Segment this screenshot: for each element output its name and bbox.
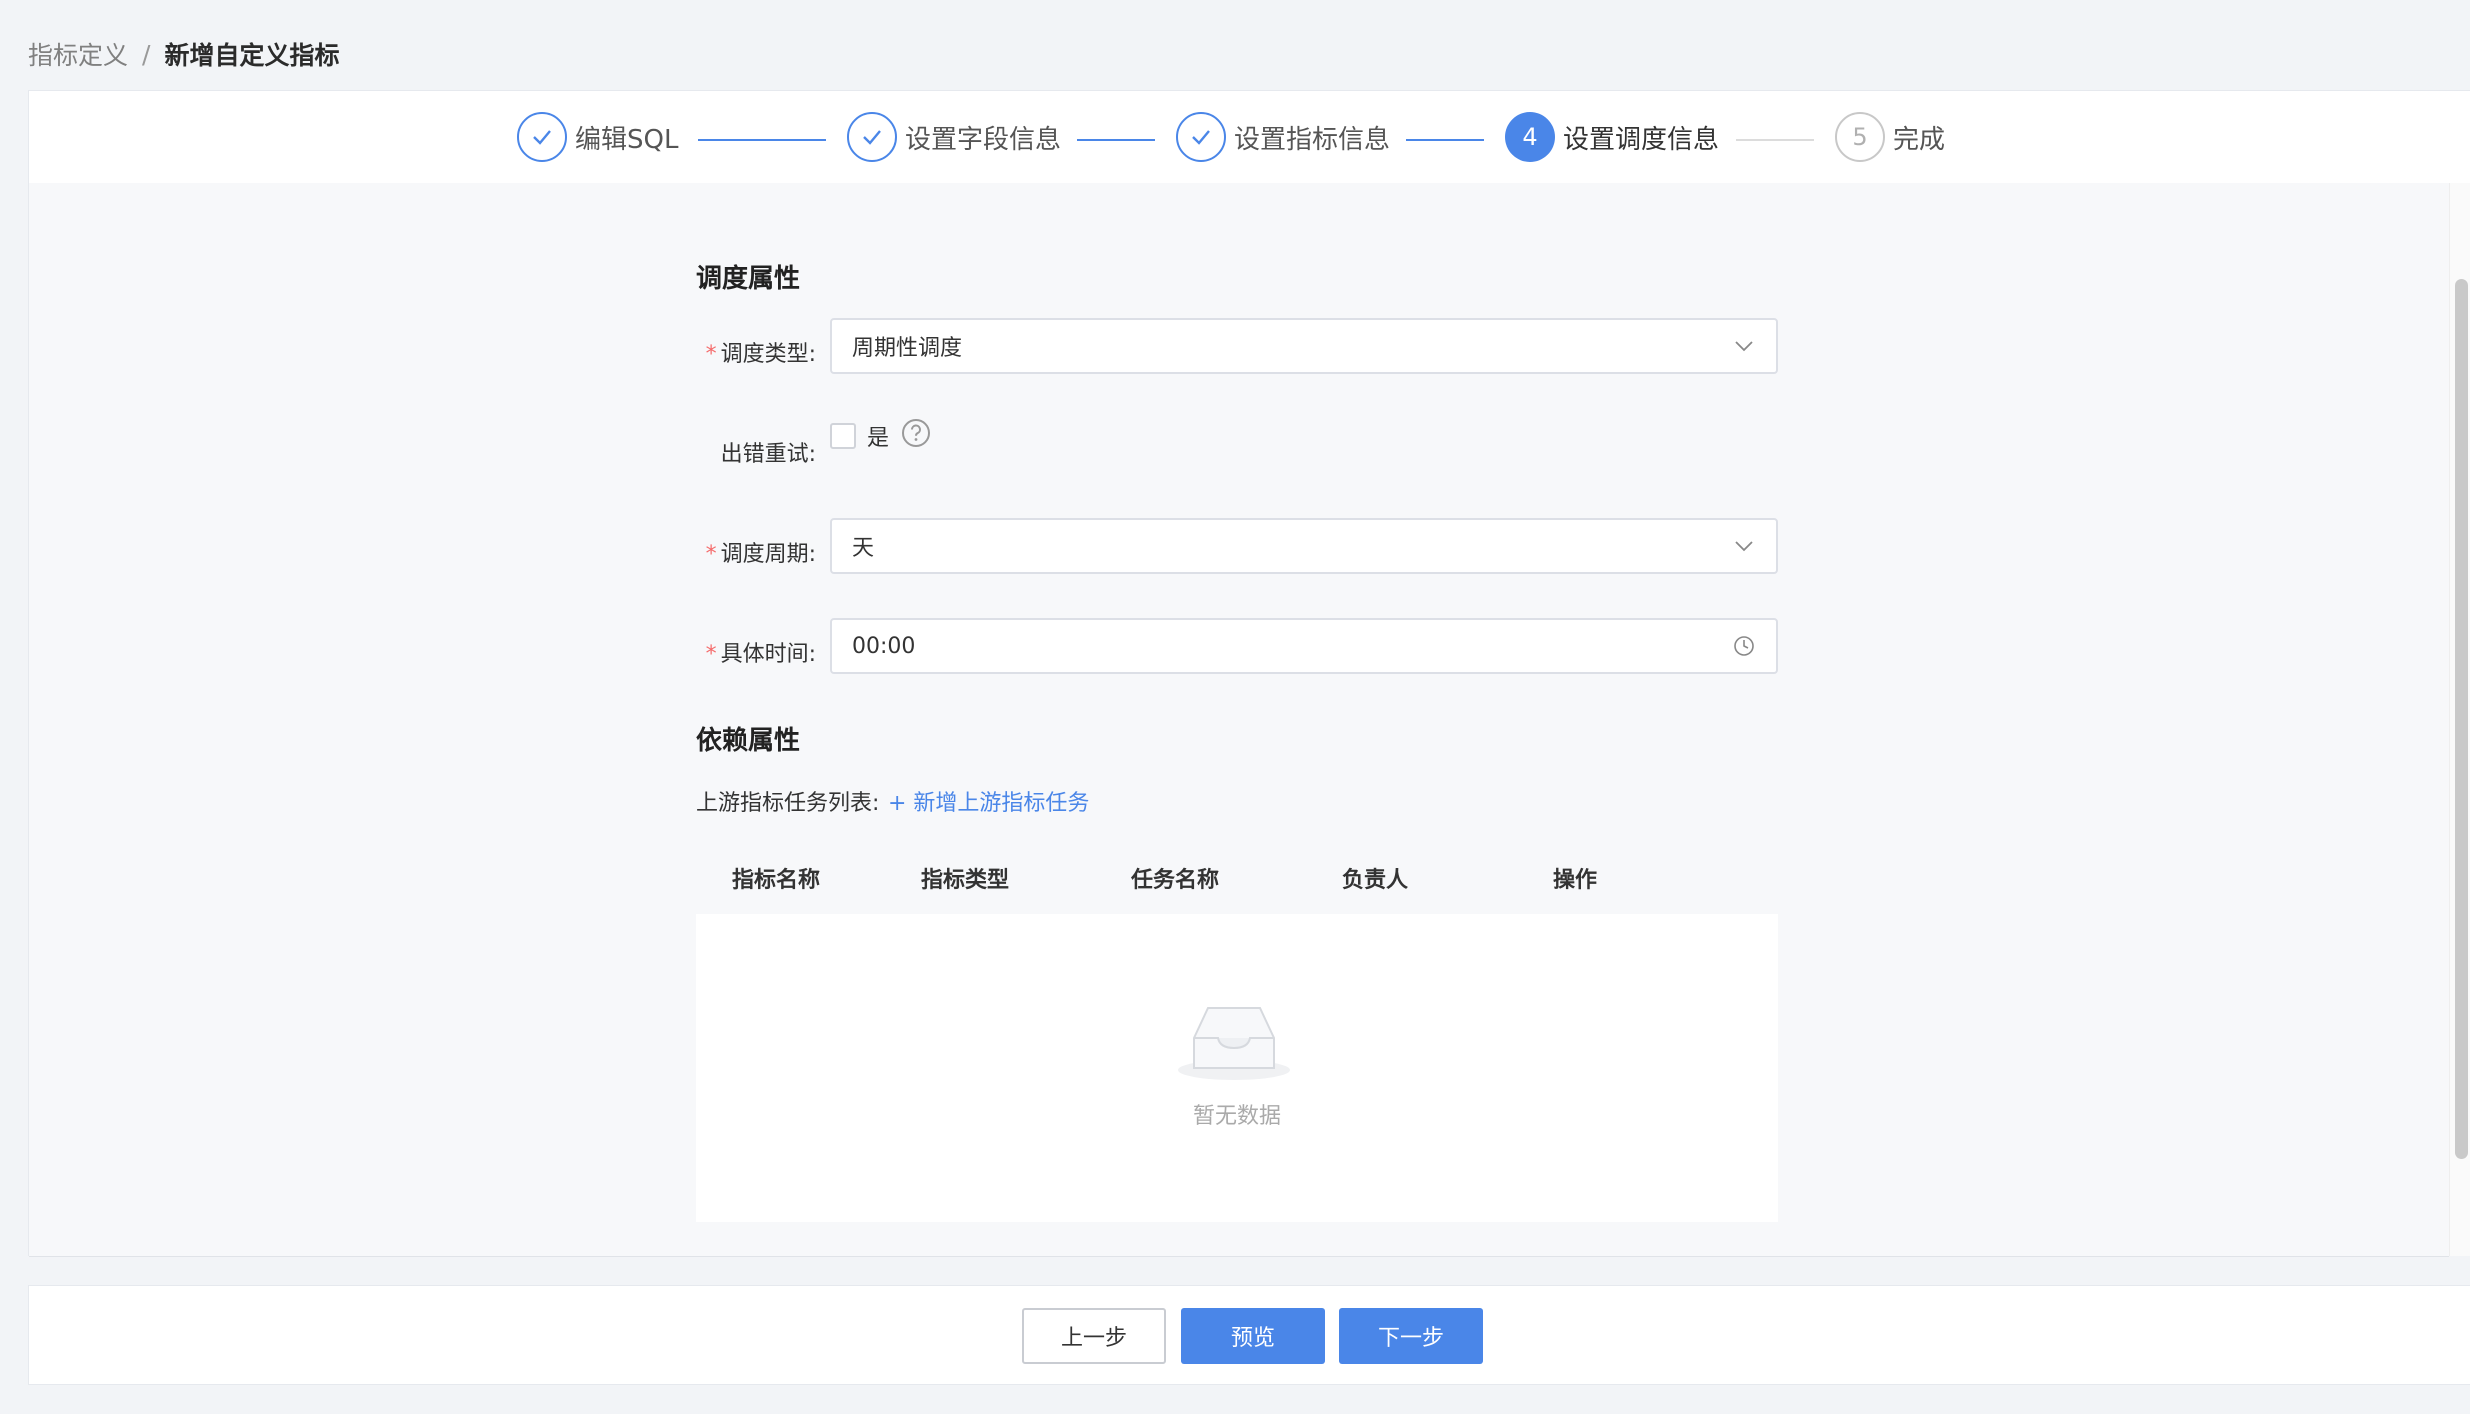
dependency-section-title: 依赖属性 <box>696 726 801 756</box>
retry-option-label[interactable]: 是 <box>867 420 889 452</box>
check-circle-icon <box>847 112 897 162</box>
chevron-down-icon <box>1735 541 1753 552</box>
schedule-period-select[interactable]: 天 <box>830 518 1778 574</box>
step-connector <box>698 139 826 141</box>
step-label: 设置指标信息 <box>1234 124 1391 155</box>
breadcrumb-separator: / <box>142 39 151 69</box>
steps-bar: 编辑SQL 设置字段信息 设置指标信息 4 设置调度信息 5 完成 <box>29 91 2470 184</box>
step-connector <box>1406 139 1484 141</box>
step-label: 编辑SQL <box>575 124 679 155</box>
column-header-metric-name: 指标名称 <box>732 868 821 893</box>
schedule-period-label: * 调度周期: <box>705 542 816 567</box>
required-mark: * <box>705 642 717 667</box>
footer-bar: 上一步 预览 下一步 <box>28 1285 2470 1385</box>
retry-checkbox[interactable] <box>830 423 856 449</box>
step-connector <box>1077 139 1155 141</box>
clock-icon <box>1734 636 1754 656</box>
retry-label: 出错重试: <box>720 442 816 467</box>
step-finish: 5 完成 <box>1835 111 1945 163</box>
step-schedule-info: 4 设置调度信息 <box>1505 111 1719 163</box>
prev-step-button[interactable]: 上一步 <box>1022 1308 1166 1364</box>
required-mark: * <box>705 542 717 567</box>
step-number: 4 <box>1505 112 1555 162</box>
step-field-info: 设置字段信息 <box>847 111 1061 163</box>
inbox-icon <box>1178 1007 1290 1080</box>
upstream-task-table: 暂无数据 <box>696 914 1778 1222</box>
column-header-task-name: 任务名称 <box>1131 868 1220 893</box>
column-header-metric-type: 指标类型 <box>921 868 1010 893</box>
step-label: 设置字段信息 <box>905 124 1062 155</box>
empty-text: 暂无数据 <box>1192 1104 1281 1129</box>
chevron-down-icon <box>1735 341 1753 352</box>
column-header-owner: 负责人 <box>1342 868 1409 893</box>
breadcrumb: 指标定义 / 新增自定义指标 <box>28 36 339 72</box>
column-header-actions: 操作 <box>1553 868 1598 893</box>
add-upstream-task-link[interactable]: + 新增上游指标任务 <box>888 785 1089 817</box>
specific-time-value: 00:00 <box>852 633 916 659</box>
specific-time-label: * 具体时间: <box>705 642 816 667</box>
schedule-type-select[interactable]: 周期性调度 <box>830 318 1778 374</box>
schedule-section-title: 调度属性 <box>696 264 801 294</box>
step-edit-sql: 编辑SQL <box>517 111 678 163</box>
breadcrumb-current: 新增自定义指标 <box>164 41 340 70</box>
scrollbar-thumb[interactable] <box>2455 279 2468 1159</box>
scrollbar[interactable] <box>2449 183 2470 1256</box>
step-label: 设置调度信息 <box>1563 124 1720 155</box>
upstream-list-label: 上游指标任务列表: <box>696 791 880 816</box>
step-label: 完成 <box>1893 124 1946 155</box>
question-circle-icon[interactable] <box>900 417 932 449</box>
check-circle-icon <box>517 112 567 162</box>
schedule-period-value: 天 <box>852 536 875 561</box>
step-metric-info: 设置指标信息 <box>1176 111 1390 163</box>
specific-time-input[interactable]: 00:00 <box>830 618 1778 674</box>
check-circle-icon <box>1176 112 1226 162</box>
schedule-type-label: * 调度类型: <box>705 342 816 367</box>
schedule-type-value: 周期性调度 <box>852 336 963 361</box>
step-number: 5 <box>1835 112 1885 162</box>
step-connector <box>1736 139 1814 141</box>
preview-button[interactable]: 预览 <box>1181 1308 1325 1364</box>
required-mark: * <box>705 342 717 367</box>
breadcrumb-parent[interactable]: 指标定义 <box>28 36 128 72</box>
next-step-button[interactable]: 下一步 <box>1339 1308 1483 1364</box>
